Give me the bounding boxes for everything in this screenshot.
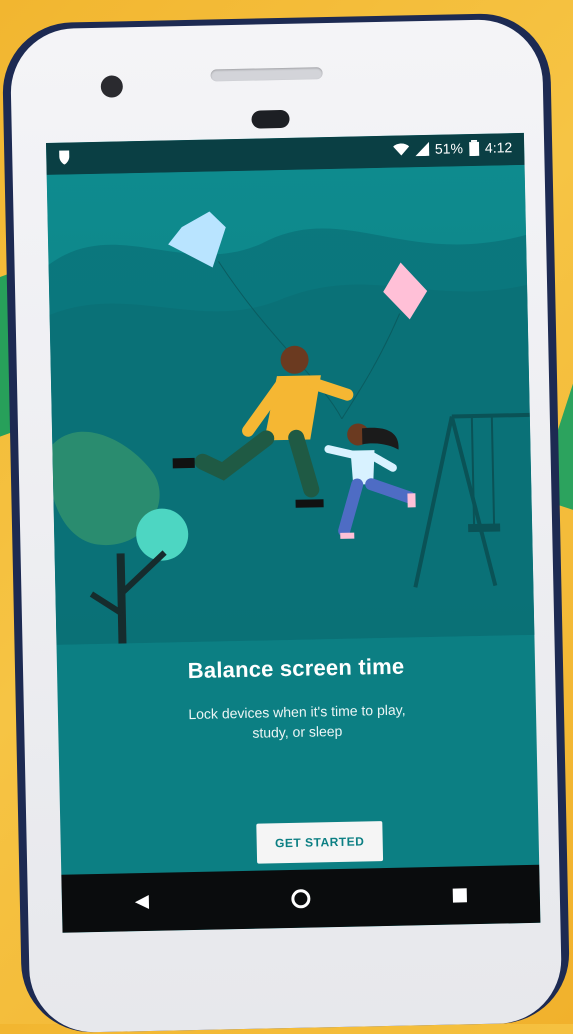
home-icon [291, 889, 311, 909]
recents-icon [453, 888, 468, 903]
nav-home-button[interactable] [274, 878, 327, 919]
proximity-sensor [251, 109, 290, 129]
battery-icon [468, 139, 480, 157]
nav-back-button[interactable] [115, 882, 168, 923]
onboarding-subtitle: Lock devices when it's time to play, stu… [58, 697, 537, 747]
battery-percent: 51% [434, 140, 464, 157]
status-right: 51% 4:12 [392, 139, 513, 157]
app-icon [59, 150, 70, 165]
signal-icon [415, 141, 430, 157]
front-camera [100, 75, 124, 98]
wifi-icon [392, 143, 409, 156]
earpiece-speaker [210, 67, 323, 82]
onboarding-illustration [46, 164, 535, 645]
phone-screen: 51% 4:12 Balance screen time Lock device… [45, 132, 541, 933]
onboarding-title: Balance screen time [187, 653, 405, 684]
onboarding-content: Balance screen time Lock devices when it… [56, 633, 539, 893]
nav-recents-button[interactable] [434, 875, 487, 916]
back-icon [134, 894, 149, 909]
get-started-button[interactable]: GET STARTED [256, 821, 384, 864]
phone-body: 51% 4:12 Balance screen time Lock device… [9, 18, 563, 1034]
navigation-bar [61, 864, 541, 933]
phone-frame: 51% 4:12 Balance screen time Lock device… [1, 12, 571, 1034]
clock: 4:12 [484, 139, 513, 156]
